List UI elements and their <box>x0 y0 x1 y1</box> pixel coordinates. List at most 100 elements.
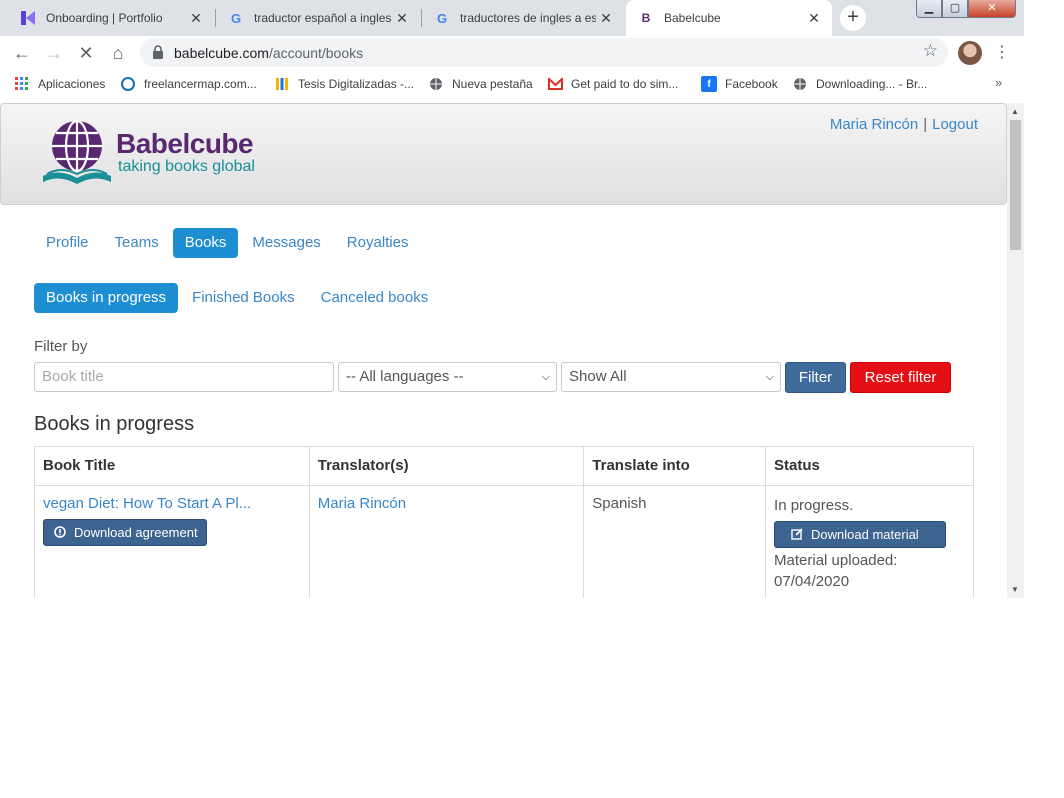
tab-google-1[interactable]: G traductor español a ingles ✕ <box>216 0 420 36</box>
books-table: Book Title Translator(s) Translate into … <box>34 446 974 598</box>
user-name-link[interactable]: Maria Rincón <box>830 116 918 133</box>
bookmark-apps[interactable]: Aplicaciones <box>14 76 105 92</box>
scroll-down-icon[interactable]: ▼ <box>1011 585 1019 594</box>
logout-link[interactable]: Logout <box>932 116 978 133</box>
menu-dots-icon[interactable]: ⋮ <box>994 39 1010 67</box>
tab-finished-books[interactable]: Finished Books <box>180 283 307 313</box>
section-title: Books in progress <box>34 413 195 435</box>
facebook-icon: f <box>701 76 717 92</box>
book-title-cell: vegan Diet: How To Start A Pl... Downloa… <box>34 485 310 598</box>
home-icon[interactable]: ⌂ <box>104 39 132 67</box>
tab-google-2[interactable]: G traductores de ingles a esp ✕ <box>422 0 624 36</box>
bookmark-label: Nueva pestaña <box>452 77 533 91</box>
close-window-icon[interactable]: ✕ <box>968 0 1016 18</box>
bookmark-tesis[interactable]: Tesis Digitalizadas -... <box>274 76 414 92</box>
column-header-status: Status <box>765 446 974 486</box>
translator-link[interactable]: Maria Rincón <box>318 495 406 512</box>
nav-royalties[interactable]: Royalties <box>335 228 421 258</box>
tab-books-in-progress[interactable]: Books in progress <box>34 283 179 313</box>
book-title-link[interactable]: vegan Diet: How To Start A Pl... <box>43 495 301 512</box>
url-path: /account/books <box>268 45 364 61</box>
tab-strip: Onboarding | Portfolio ✕ G traductor esp… <box>0 0 1024 36</box>
table-row: vegan Diet: How To Start A Pl... Downloa… <box>34 485 974 598</box>
google-icon: G <box>230 10 242 26</box>
browser-window: Onboarding | Portfolio ✕ G traductor esp… <box>0 0 1024 598</box>
main-nav: Profile Teams Books Messages Royalties <box>34 228 423 258</box>
download-material-label: Download material <box>811 527 919 542</box>
books-sub-nav: Books in progress Finished Books Cancele… <box>34 283 442 313</box>
column-header-translators: Translator(s) <box>308 446 585 486</box>
site-header: Babelcube taking books global Maria Rinc… <box>0 103 1007 205</box>
scrollbar-thumb[interactable] <box>1010 120 1021 250</box>
download-agreement-label: Download agreement <box>74 525 198 540</box>
new-tab-button[interactable]: + <box>840 5 866 31</box>
gmail-icon <box>547 76 563 92</box>
babelcube-favicon-icon: B <box>641 11 651 25</box>
url-text: babelcube.com/account/books <box>174 45 363 61</box>
nav-teams[interactable]: Teams <box>103 228 171 258</box>
chevron-down-icon: ⌵ <box>765 371 774 383</box>
nav-messages[interactable]: Messages <box>240 228 332 258</box>
bookmarks-bar: Aplicaciones freelancermap.com... Tesis … <box>0 70 1024 98</box>
maximize-icon[interactable]: ▢ <box>942 0 968 18</box>
apps-grid-icon <box>14 76 30 92</box>
close-tab-icon[interactable]: ✕ <box>804 10 824 27</box>
window-controls: ▁ ▢ ✕ <box>916 0 1020 20</box>
lock-icon <box>153 45 163 59</box>
bookmark-freelancermap[interactable]: freelancermap.com... <box>120 76 257 92</box>
scroll-up-icon[interactable]: ▲ <box>1011 107 1019 116</box>
download-material-button[interactable]: Download material <box>774 521 947 548</box>
language-select[interactable]: -- All languages -- ⌵ <box>338 362 557 392</box>
reset-filter-button[interactable]: Reset filter <box>850 362 951 393</box>
bookmark-facebook[interactable]: f Facebook <box>701 76 778 92</box>
bookmark-label: Tesis Digitalizadas -... <box>298 77 415 91</box>
filter-button[interactable]: Filter <box>785 362 846 393</box>
forward-arrow-icon[interactable]: → <box>40 39 68 67</box>
bookmark-nueva-pestana[interactable]: Nueva pestaña <box>428 76 533 92</box>
language-select-value: -- All languages -- <box>346 368 464 385</box>
nav-books[interactable]: Books <box>172 228 239 258</box>
minimize-icon[interactable]: ▁ <box>916 0 942 18</box>
chevron-down-icon: ⌵ <box>541 371 550 383</box>
profile-avatar[interactable] <box>958 41 982 65</box>
bookmark-label: Get paid to do sim... <box>571 77 679 91</box>
tab-title: traductor español a ingles <box>254 11 392 25</box>
stop-loading-icon[interactable]: ✕ <box>72 39 100 67</box>
close-tab-icon[interactable]: ✕ <box>596 10 616 27</box>
back-arrow-icon[interactable]: ← <box>8 39 36 67</box>
brand-tagline: taking books global <box>118 158 255 175</box>
show-select[interactable]: Show All ⌵ <box>561 362 781 392</box>
page-scrollbar[interactable]: ▲ ▼ <box>1007 103 1024 598</box>
google-icon: G <box>436 10 448 26</box>
target-language: Spanish <box>592 495 647 512</box>
tesis-icon <box>274 76 290 92</box>
bookmark-gmail[interactable]: Get paid to do sim... <box>547 76 678 92</box>
tab-canceled-books[interactable]: Canceled books <box>309 283 441 313</box>
tab-title: Onboarding | Portfolio <box>46 11 163 25</box>
column-header-book-title: Book Title <box>34 446 310 486</box>
close-tab-icon[interactable]: ✕ <box>186 10 206 27</box>
page-viewport: Babelcube taking books global Maria Rinc… <box>0 103 1024 598</box>
nav-profile[interactable]: Profile <box>34 228 101 258</box>
material-uploaded-date: 07/04/2020 <box>774 573 850 590</box>
bookmark-star-icon[interactable]: ☆ <box>923 41 938 61</box>
bookmark-label: freelancermap.com... <box>144 77 257 91</box>
tab-title: Babelcube <box>664 11 721 25</box>
tab-onboarding[interactable]: Onboarding | Portfolio ✕ <box>8 0 214 36</box>
address-bar[interactable]: babelcube.com/account/books ☆ <box>140 38 948 67</box>
close-tab-icon[interactable]: ✕ <box>392 10 412 27</box>
bookmark-label: Downloading... - Br... <box>816 77 928 91</box>
bookmark-downloading[interactable]: Downloading... - Br... <box>792 76 927 92</box>
table-header-row: Book Title Translator(s) Translate into … <box>34 446 974 486</box>
babelcube-logo-icon[interactable] <box>41 118 113 190</box>
filter-label: Filter by <box>34 338 88 355</box>
k-logo-icon <box>20 10 36 26</box>
tab-babelcube[interactable]: B Babelcube ✕ <box>626 0 832 36</box>
material-uploaded-label: Material uploaded: <box>774 552 898 569</box>
bookmarks-more-icon[interactable]: » <box>995 75 1002 90</box>
book-title-input[interactable]: Book title <box>34 362 334 392</box>
bookmark-label: Aplicaciones <box>38 77 106 91</box>
bookmark-label: Facebook <box>725 77 778 91</box>
download-agreement-button[interactable]: Download agreement <box>43 519 207 546</box>
globe-icon <box>428 76 444 92</box>
